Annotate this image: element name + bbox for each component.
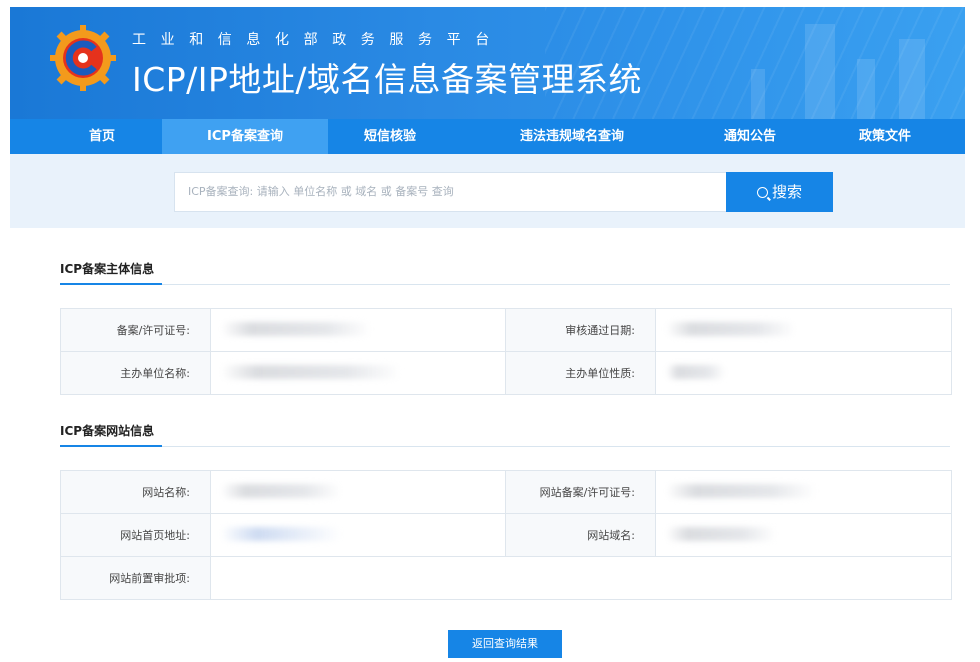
section-accent <box>60 283 162 285</box>
section-divider <box>60 284 950 285</box>
organizer-type-label: 主办单位性质: <box>505 351 656 395</box>
redacted-value <box>666 483 816 498</box>
search-button-label: 搜索 <box>771 183 802 201</box>
nav-item-icp-query[interactable]: ICP备案查询 <box>162 119 328 154</box>
redacted-value <box>666 364 726 379</box>
approval-date-value <box>655 308 952 352</box>
organizer-name-value <box>210 351 506 395</box>
table-row: 主办单位名称: 主办单位性质: <box>60 351 952 395</box>
redacted-value <box>221 526 341 541</box>
license-number-value <box>210 308 506 352</box>
website-domain-value <box>655 513 952 557</box>
header-building-decoration <box>751 69 765 119</box>
organizer-name-label: 主办单位名称: <box>60 351 211 395</box>
ministry-logo-icon <box>50 25 116 91</box>
redacted-value <box>666 526 776 541</box>
website-license-label: 网站备案/许可证号: <box>505 470 656 514</box>
search-icon <box>756 187 768 198</box>
section-accent <box>60 445 162 447</box>
nav-item-policy-docs[interactable]: 政策文件 <box>830 119 940 154</box>
table-row: 网站名称: 网站备案/许可证号: <box>60 470 952 514</box>
homepage-url-value <box>210 513 506 557</box>
website-domain-label: 网站域名: <box>505 513 656 557</box>
pre-approval-value <box>210 556 952 600</box>
homepage-url-label: 网站首页地址: <box>60 513 211 557</box>
main-nav: 首页 ICP备案查询 短信核验 违法违规域名查询 通知公告 政策文件 <box>10 119 965 154</box>
organizer-type-value <box>655 351 952 395</box>
back-to-results-button[interactable]: 返回查询结果 <box>448 630 562 658</box>
redacted-value <box>221 364 401 379</box>
subject-info-table: 备案/许可证号: 审核通过日期: 主办单位名称: 主办单位性质: <box>60 308 952 395</box>
redacted-value <box>221 483 341 498</box>
nav-item-notices[interactable]: 通知公告 <box>690 119 810 154</box>
website-name-value <box>210 470 506 514</box>
table-row: 备案/许可证号: 审核通过日期: <box>60 308 952 352</box>
website-section-title: ICP备案网站信息 <box>60 424 155 438</box>
redacted-value <box>221 321 371 336</box>
header-building-decoration <box>805 24 835 119</box>
site-header: 工业和信息化部政务服务平台 ICP/IP地址/域名信息备案管理系统 <box>10 7 965 119</box>
redacted-value <box>666 321 796 336</box>
search-input[interactable]: ICP备案查询: 请输入 单位名称 或 域名 或 备案号 查询 <box>174 172 726 212</box>
header-subtitle: 工业和信息化部政务服务平台 <box>132 32 504 48</box>
pre-approval-label: 网站前置审批项: <box>60 556 211 600</box>
section-divider <box>60 446 950 447</box>
header-building-decoration <box>857 59 875 119</box>
table-row: 网站首页地址: 网站域名: <box>60 513 952 557</box>
nav-item-illegal-domain[interactable]: 违法违规域名查询 <box>490 119 654 154</box>
license-number-label: 备案/许可证号: <box>60 308 211 352</box>
search-button[interactable]: 搜索 <box>726 172 833 212</box>
page-title: ICP/IP地址/域名信息备案管理系统 <box>132 60 643 99</box>
subject-section-title: ICP备案主体信息 <box>60 262 155 276</box>
nav-item-sms-verify[interactable]: 短信核验 <box>330 119 450 154</box>
website-info-table: 网站名称: 网站备案/许可证号: 网站首页地址: 网站域名: 网站前置审批项: <box>60 470 952 600</box>
website-license-value <box>655 470 952 514</box>
header-building-decoration <box>899 39 925 119</box>
nav-item-home[interactable]: 首页 <box>62 119 142 154</box>
approval-date-label: 审核通过日期: <box>505 308 656 352</box>
table-row: 网站前置审批项: <box>60 556 952 600</box>
website-name-label: 网站名称: <box>60 470 211 514</box>
search-band: ICP备案查询: 请输入 单位名称 或 域名 或 备案号 查询 搜索 <box>10 154 965 228</box>
